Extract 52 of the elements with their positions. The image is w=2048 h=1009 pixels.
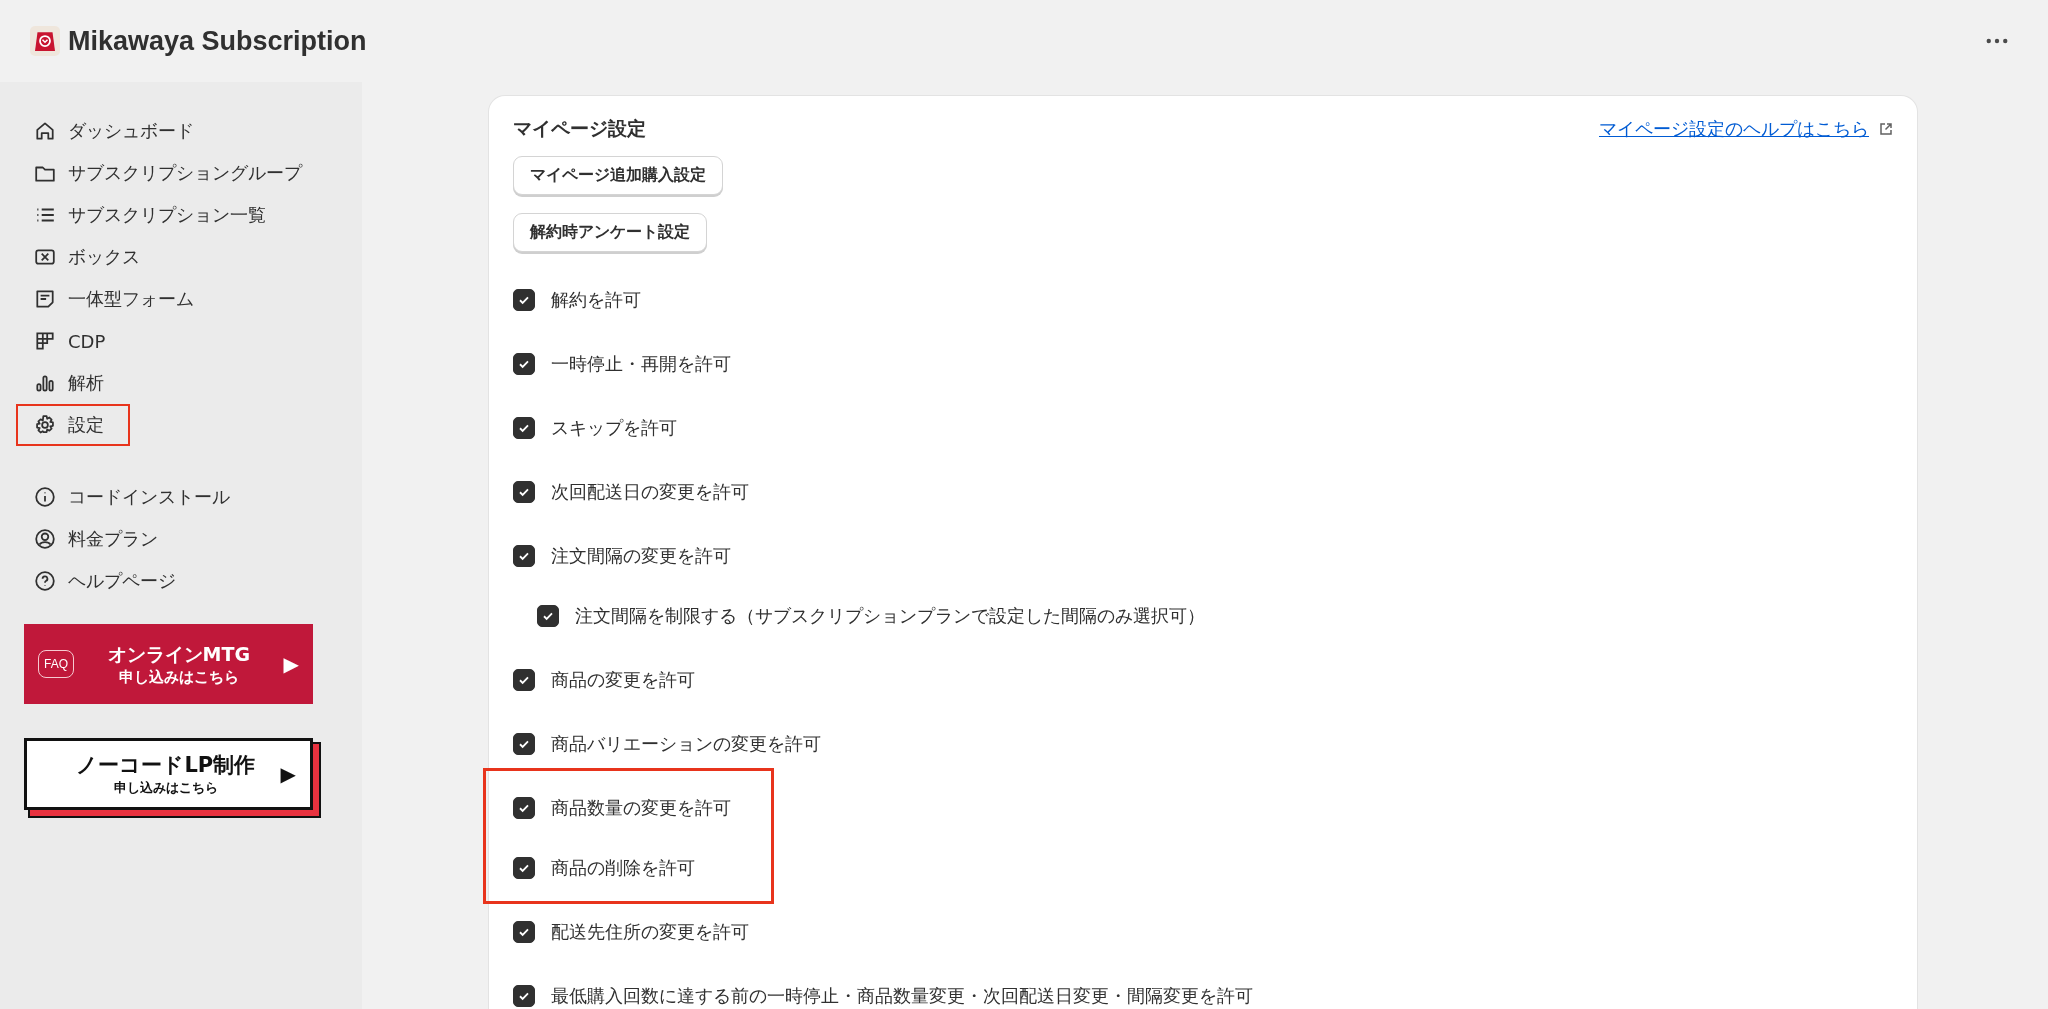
checkbox[interactable] [513, 797, 535, 819]
info-icon [34, 486, 56, 508]
online-meeting-banner[interactable]: FAQ オンラインMTG 申し込みはこちら ▶ [24, 624, 313, 704]
settings-icon [34, 414, 56, 436]
more-icon[interactable] [1986, 38, 2008, 44]
sidebar-item[interactable]: ボックス [18, 238, 164, 276]
sidebar-item[interactable]: 一体型フォーム [18, 280, 218, 318]
sidebar-item[interactable]: コードインストール [18, 478, 254, 516]
external-link-icon [1879, 122, 1893, 136]
checkbox-label: 最低購入回数に達する前の一時停止・商品数量変更・次回配送日変更・間隔変更を許可 [551, 984, 1253, 1008]
settings-button[interactable]: 解約時アンケート設定 [513, 213, 707, 252]
home-icon [34, 120, 56, 142]
card-title: マイページ設定 [513, 116, 647, 141]
checkbox-label: 解約を許可 [551, 288, 641, 312]
checkbox-label: 注文間隔の変更を許可 [551, 544, 731, 568]
settings-button[interactable]: マイページ追加購入設定 [513, 156, 723, 195]
checkbox-label: 一時停止・再開を許可 [551, 352, 731, 376]
form-icon [34, 288, 56, 310]
checkbox[interactable] [513, 857, 535, 879]
sidebar-item[interactable]: CDP [18, 322, 130, 360]
sidebar-item[interactable]: 設定 [18, 406, 128, 444]
sidebar-item[interactable]: 解析 [18, 364, 128, 402]
help-link[interactable]: マイページ設定のヘルプはこちら [1599, 117, 1869, 141]
checkbox[interactable] [513, 733, 535, 755]
checkbox[interactable] [513, 353, 535, 375]
checkbox-label: 次回配送日の変更を許可 [551, 480, 749, 504]
sidebar-item[interactable]: ダッシュボード [18, 112, 218, 150]
checkbox[interactable] [513, 545, 535, 567]
checkbox-label: スキップを許可 [551, 416, 677, 440]
checkbox[interactable] [513, 417, 535, 439]
sidebar-item[interactable]: 料金プラン [18, 520, 182, 558]
checkbox-label: 配送先住所の変更を許可 [551, 920, 749, 944]
help-icon [34, 570, 56, 592]
checkbox[interactable] [513, 985, 535, 1007]
faq-speech-bubble-icon: FAQ [38, 650, 74, 678]
checkbox-label: 商品の変更を許可 [551, 668, 695, 692]
sidebar-item[interactable]: サブスクリプショングループ [18, 154, 326, 192]
grid-icon [34, 330, 56, 352]
checkbox-label: 商品の削除を許可 [551, 856, 695, 880]
checkbox[interactable] [537, 605, 559, 627]
checkbox-label: 商品数量の変更を許可 [551, 796, 731, 820]
sidebar-item[interactable]: ヘルプページ [18, 562, 200, 600]
app-title: Mikawaya Subscription [68, 25, 367, 57]
checkbox[interactable] [513, 481, 535, 503]
checkbox[interactable] [513, 921, 535, 943]
app-logo-icon [30, 26, 60, 56]
sidebar-item[interactable]: サブスクリプション一覧 [18, 196, 290, 234]
checkbox[interactable] [513, 289, 535, 311]
checkbox-label: 商品バリエーションの変更を許可 [551, 732, 821, 756]
checkbox-label: 注文間隔を制限する（サブスクリプションプランで設定した間隔のみ選択可） [575, 604, 1205, 628]
checkbox[interactable] [513, 669, 535, 691]
user-icon [34, 528, 56, 550]
